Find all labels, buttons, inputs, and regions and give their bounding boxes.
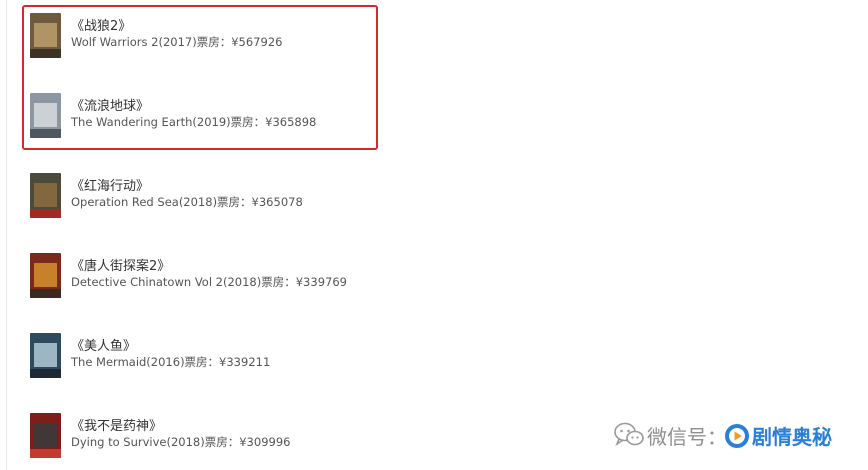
watermark-account: 剧情奥秘 [752,425,832,449]
movie-title[interactable]: 《我不是药神》 [71,415,162,434]
movie-title[interactable]: 《红海行动》 [71,175,149,194]
list-item[interactable]: 《红海行动》 Operation Red Sea(2018)票房：¥365078 [30,173,550,219]
movie-title[interactable]: 《美人鱼》 [71,335,136,354]
movie-title[interactable]: 《唐人街探案2》 [71,255,170,274]
movie-poster[interactable] [30,413,61,458]
movie-poster[interactable] [30,173,61,218]
list-item[interactable]: 《唐人街探案2》 Detective Chinatown Vol 2(2018)… [30,253,550,299]
watermark-prefix: 微信号： [647,425,727,449]
play-badge-icon [724,423,750,449]
list-item[interactable]: 《美人鱼》 The Mermaid(2016)票房：¥339211 [30,333,550,379]
movie-poster[interactable] [30,333,61,378]
movie-info: Operation Red Sea(2018)票房：¥365078 [71,195,303,209]
watermark: 微信号： 剧情奥秘 [614,418,854,452]
highlight-box [22,5,378,150]
movie-poster[interactable] [30,253,61,298]
list-item[interactable]: 《我不是药神》 Dying to Survive(2018)票房：¥309996 [30,413,550,459]
movie-info: Detective Chinatown Vol 2(2018)票房：¥33976… [71,275,347,289]
movie-info: Dying to Survive(2018)票房：¥309996 [71,435,291,449]
wechat-icon [614,422,644,448]
movie-info: The Mermaid(2016)票房：¥339211 [71,355,271,369]
